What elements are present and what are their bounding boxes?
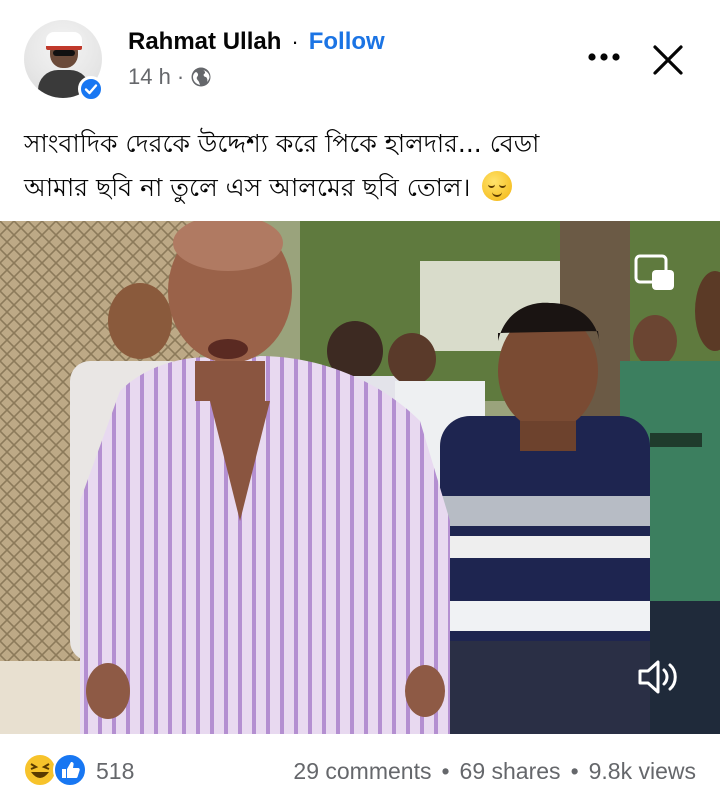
post-footer: 518 29 comments • 69 shares • 9.8k views <box>0 744 720 796</box>
globe-icon <box>191 67 211 87</box>
speaker-muted-icon[interactable] <box>636 656 682 698</box>
close-icon <box>653 45 683 75</box>
post-text: সাংবাদিক দেরকে উদ্দেশ্য করে পিকে হালদার.… <box>24 122 704 210</box>
more-options-button[interactable] <box>584 42 624 72</box>
author-name[interactable]: Rahmat Ullah <box>128 28 281 56</box>
name-separator: · <box>291 29 299 54</box>
post-meta: 14 h · <box>128 64 212 90</box>
avatar-sunglasses <box>53 50 75 56</box>
comments-count[interactable]: 29 comments <box>293 758 431 785</box>
views-count: 9.8k views <box>588 758 696 784</box>
video-player[interactable] <box>0 221 720 734</box>
picture-in-picture-icon[interactable] <box>634 254 676 292</box>
verified-badge-icon <box>78 76 104 102</box>
like-reaction-icon <box>53 753 87 787</box>
avatar-cap <box>46 32 82 50</box>
reactions-summary[interactable] <box>22 752 92 788</box>
shares-count[interactable]: 69 shares <box>460 758 561 785</box>
stat-separator: • <box>570 758 579 784</box>
more-horizontal-icon <box>588 53 620 61</box>
author-row: Rahmat Ullah · Follow <box>128 28 385 56</box>
close-button[interactable] <box>646 38 690 82</box>
post-text-line-1: সাংবাদিক দেরকে উদ্দেশ্য করে পিকে হালদার.… <box>24 129 540 158</box>
follow-button[interactable]: Follow <box>309 28 385 56</box>
post-header: Rahmat Ullah · Follow 14 h · <box>0 0 720 112</box>
post-time[interactable]: 14 h <box>128 64 171 90</box>
video-frame <box>0 221 720 734</box>
stat-separator: • <box>441 758 450 784</box>
post-text-line-2: আমার ছবি না তুলে এস আলমের ছবি তোল। <box>24 173 471 202</box>
engagement-stats: 29 comments • 69 shares • 9.8k views <box>293 758 696 785</box>
reactions-count[interactable]: 518 <box>96 758 134 785</box>
haha-reaction-icon <box>23 753 57 787</box>
relieved-face-emoji <box>482 171 513 201</box>
meta-separator: · <box>176 64 185 89</box>
